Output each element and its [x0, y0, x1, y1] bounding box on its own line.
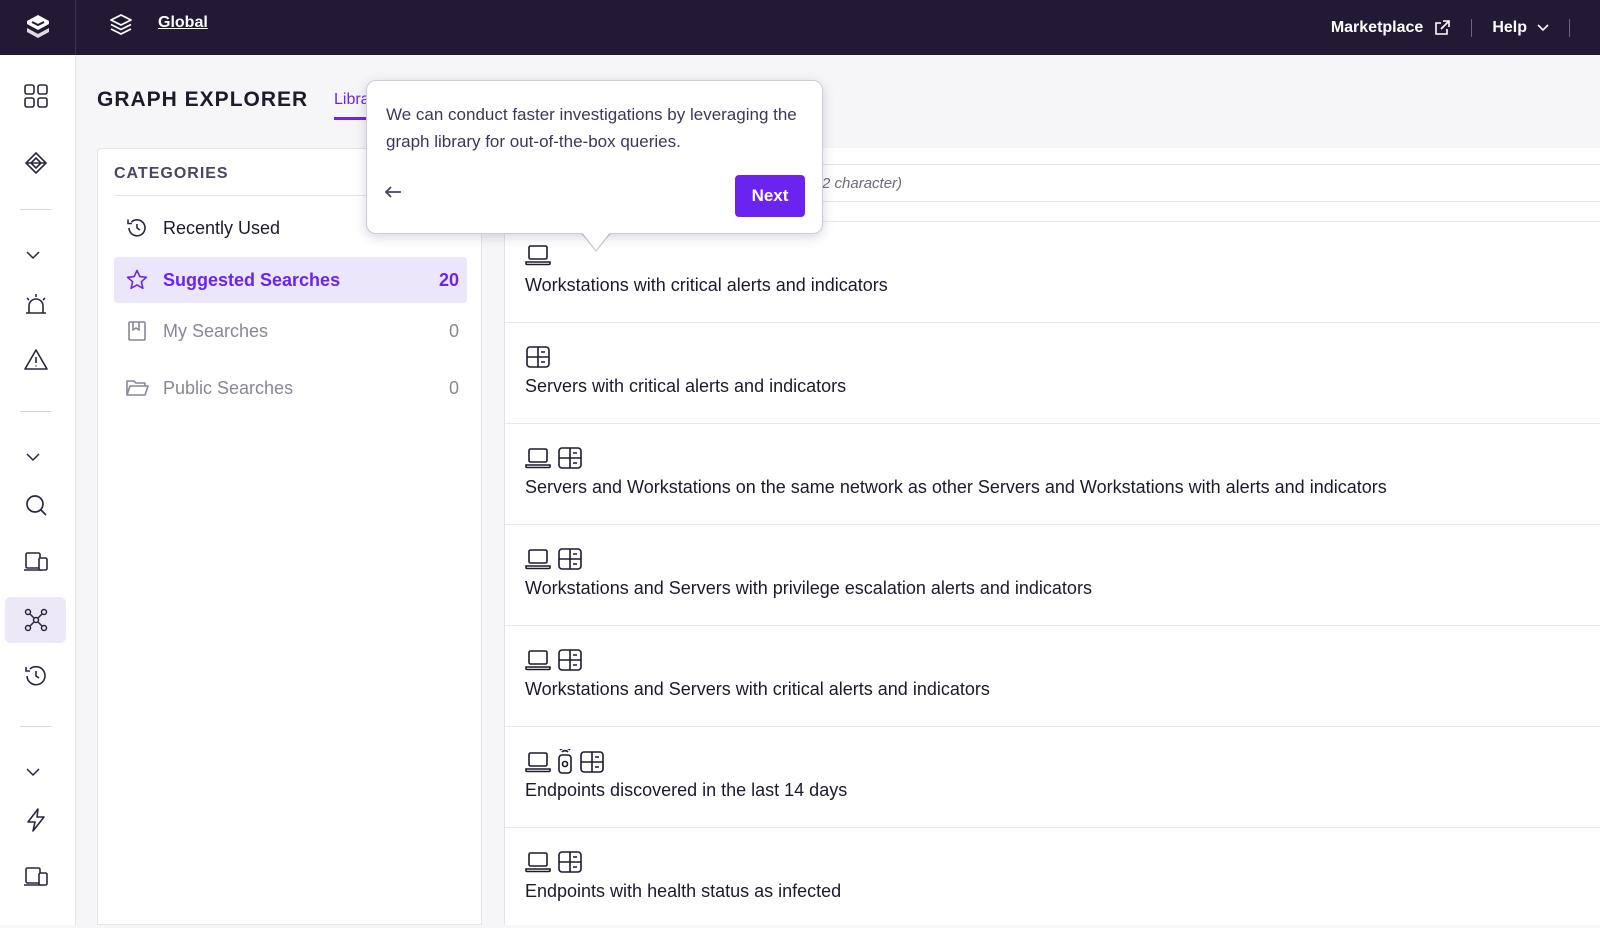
marketplace-label: Marketplace — [1330, 18, 1424, 36]
devices-icon[interactable] — [5, 539, 66, 585]
laptop-icon — [525, 548, 551, 570]
categories-heading: CATEGORIES — [114, 165, 229, 182]
dashboard-icon[interactable] — [5, 73, 66, 119]
result-row[interactable]: Workstations and Servers with privilege … — [505, 524, 1600, 625]
layers-icon — [108, 12, 134, 38]
lightning-icon[interactable] — [5, 797, 66, 843]
category-count: 0 — [448, 320, 459, 341]
folder-icon — [114, 376, 160, 400]
history-icon — [114, 216, 160, 240]
nav-divider — [20, 411, 51, 412]
result-label: Endpoints with health status as infected — [525, 881, 842, 901]
category-count: 0 — [448, 377, 459, 398]
result-label: Workstations and Servers with critical a… — [525, 679, 990, 699]
nav-divider — [20, 209, 51, 210]
server-icon — [579, 750, 605, 774]
mobile-icon — [557, 749, 573, 775]
laptop-icon — [525, 649, 551, 671]
category-label: Public Searches — [163, 377, 294, 398]
tooltip-text: We can conduct faster investigations by … — [386, 105, 797, 151]
help-label: Help — [1492, 18, 1527, 36]
server-icon — [525, 345, 551, 369]
device-type-icons — [525, 749, 605, 775]
alarm-icon[interactable] — [5, 281, 66, 327]
radar-icon[interactable] — [5, 140, 66, 186]
page-title: GRAPH EXPLORER — [97, 88, 309, 111]
external-link-icon — [1433, 19, 1451, 37]
result-row[interactable]: Workstations with critical alerts and in… — [505, 221, 1600, 322]
category-suggested-searches[interactable]: Suggested Searches 20 — [114, 257, 467, 303]
laptop-icon — [525, 751, 551, 773]
category-count: 20 — [438, 269, 459, 290]
category-public-searches[interactable]: Public Searches 0 — [114, 365, 467, 411]
category-label: Suggested Searches — [163, 269, 341, 290]
history-icon[interactable] — [5, 653, 66, 699]
device-type-icons — [525, 850, 583, 874]
bookmark-icon — [114, 319, 160, 343]
left-nav-sidebar — [0, 55, 76, 925]
warning-icon[interactable] — [5, 337, 66, 383]
search-icon[interactable] — [5, 482, 66, 528]
chevron-down-icon[interactable] — [24, 450, 42, 464]
device-type-icons — [525, 446, 583, 470]
result-label: Endpoints discovered in the last 14 days — [525, 780, 848, 800]
results-panel: Workstations with critical alerts and in… — [504, 148, 1600, 925]
help-menu[interactable]: Help — [1492, 19, 1549, 37]
chevron-down-icon[interactable] — [24, 765, 42, 779]
arrow-left-icon[interactable] — [384, 185, 402, 199]
top-bar: Global Marketplace Help — [0, 0, 1600, 55]
result-label: Servers and Workstations on the same net… — [525, 477, 1387, 497]
result-row[interactable]: Workstations and Servers with critical a… — [505, 625, 1600, 726]
result-label: Workstations with critical alerts and in… — [525, 275, 888, 295]
result-row[interactable]: Servers and Workstations on the same net… — [505, 423, 1600, 524]
next-button[interactable]: Next — [735, 175, 805, 217]
result-row[interactable]: Servers with critical alerts and indicat… — [505, 322, 1600, 423]
app-logo[interactable] — [0, 0, 76, 55]
device-type-icons — [525, 345, 551, 369]
server-icon — [557, 648, 583, 672]
server-icon — [557, 446, 583, 470]
marketplace-link[interactable]: Marketplace — [1331, 19, 1452, 37]
tab-library[interactable]: Library — [334, 91, 368, 120]
nav-divider — [20, 726, 51, 727]
category-my-searches[interactable]: My Searches 0 — [114, 308, 467, 354]
result-row[interactable]: Endpoints with health status as infected — [505, 827, 1600, 928]
device-type-icons — [525, 648, 583, 672]
devices-icon[interactable] — [5, 854, 66, 900]
topbar-divider — [1569, 18, 1570, 37]
categories-panel: CATEGORIES Recently Used Suggested Searc… — [97, 148, 482, 925]
laptop-icon — [525, 447, 551, 469]
topbar-divider — [1471, 18, 1473, 37]
server-icon — [557, 850, 583, 874]
result-label: Servers with critical alerts and indicat… — [525, 376, 847, 396]
result-label: Workstations and Servers with privilege … — [525, 578, 1092, 598]
device-type-icons — [525, 244, 551, 266]
category-label: My Searches — [163, 320, 269, 341]
tooltip-arrow-fill — [581, 231, 611, 250]
server-icon — [557, 547, 583, 571]
chevron-down-icon[interactable] — [24, 248, 42, 262]
logo-icon — [26, 14, 49, 38]
laptop-icon — [525, 244, 551, 266]
star-icon — [114, 268, 160, 292]
graph-explorer-icon[interactable] — [5, 597, 66, 643]
chevron-down-icon — [1537, 23, 1549, 32]
laptop-icon — [525, 851, 551, 873]
scope-selector-link[interactable]: Global — [158, 14, 208, 32]
result-row[interactable]: Endpoints discovered in the last 14 days — [505, 726, 1600, 827]
onboarding-tooltip: We can conduct faster investigations by … — [366, 80, 823, 234]
device-type-icons — [525, 547, 583, 571]
